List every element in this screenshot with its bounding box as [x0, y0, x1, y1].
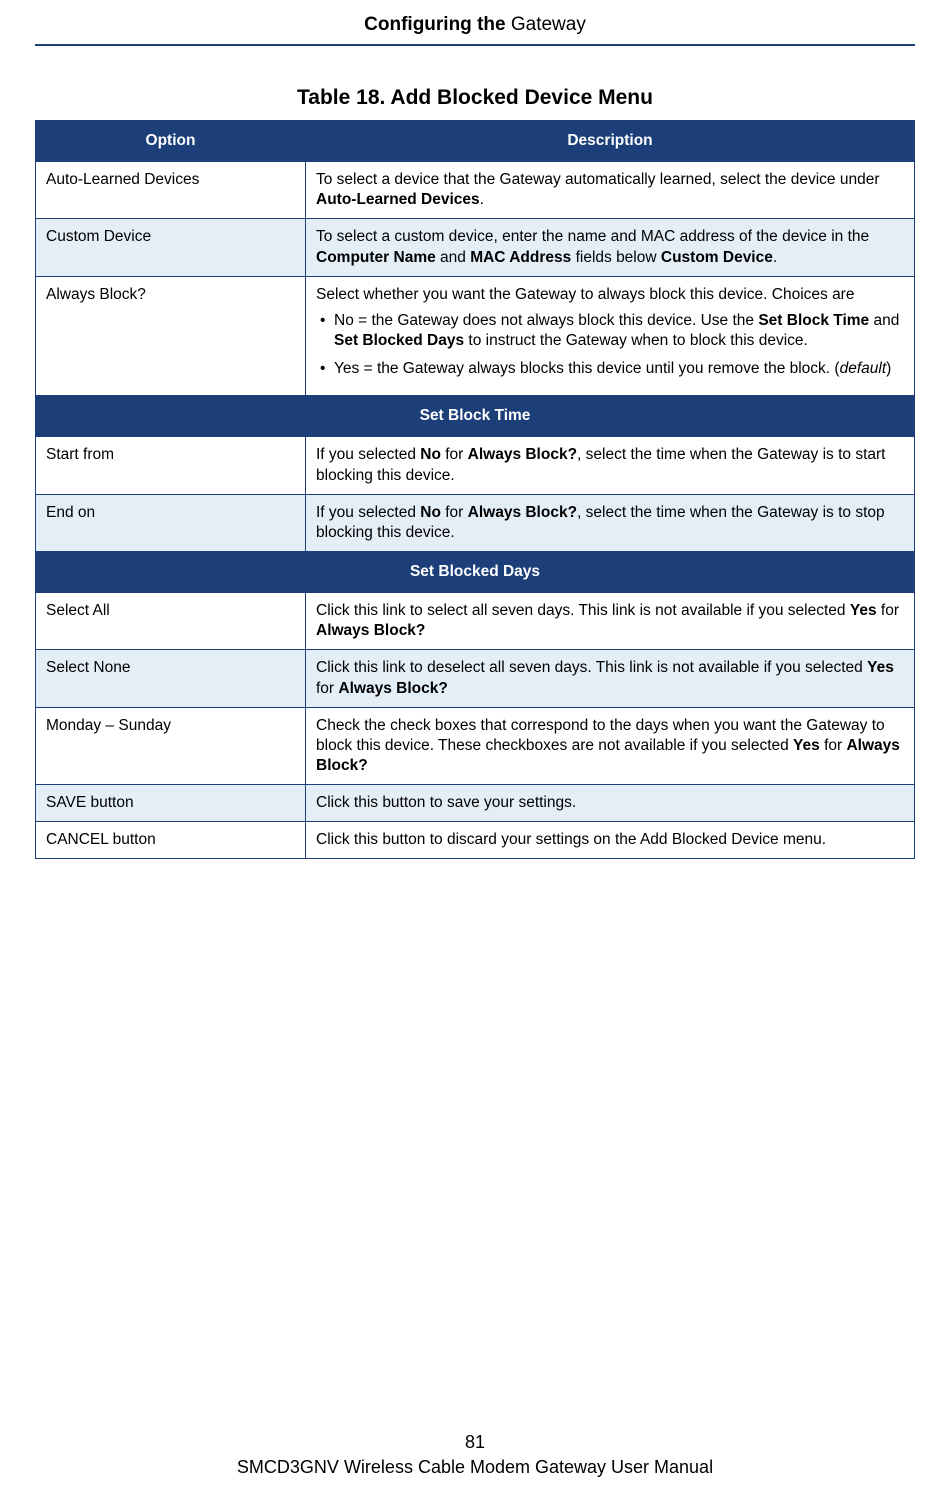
cell-description: Click this link to select all seven days… — [306, 593, 915, 650]
cell-option: Select All — [36, 593, 306, 650]
table-caption: Table 18. Add Blocked Device Menu — [35, 86, 915, 110]
subheader-block-time: Set Block Time — [36, 396, 915, 437]
cell-option: Select None — [36, 650, 306, 707]
table-row: Start from If you selected No for Always… — [36, 437, 915, 494]
table-row: Select None Click this link to deselect … — [36, 650, 915, 707]
cell-description: Select whether you want the Gateway to a… — [306, 276, 915, 396]
col-description: Description — [306, 121, 915, 162]
cell-option: Always Block? — [36, 276, 306, 396]
cell-option: Custom Device — [36, 219, 306, 276]
col-option: Option — [36, 121, 306, 162]
page-header: Configuring the Gateway — [35, 0, 915, 46]
cell-description: Click this link to deselect all seven da… — [306, 650, 915, 707]
manual-title: SMCD3GNV Wireless Cable Modem Gateway Us… — [0, 1457, 950, 1478]
cell-description: Check the check boxes that correspond to… — [306, 707, 915, 784]
table-row: End on If you selected No for Always Blo… — [36, 494, 915, 551]
cell-description: Click this button to discard your settin… — [306, 822, 915, 859]
cell-option: Auto-Learned Devices — [36, 162, 306, 219]
table-subheader: Set Blocked Days — [36, 551, 915, 592]
table-row: Auto-Learned Devices To select a device … — [36, 162, 915, 219]
table-row: CANCEL button Click this button to disca… — [36, 822, 915, 859]
cell-option: SAVE button — [36, 785, 306, 822]
list-item: Yes = the Gateway always blocks this dev… — [316, 359, 904, 379]
page-number: 81 — [0, 1432, 950, 1453]
page-footer: 81 SMCD3GNV Wireless Cable Modem Gateway… — [0, 1432, 950, 1478]
header-strong: Configuring the — [364, 14, 511, 35]
cell-description: Click this button to save your settings. — [306, 785, 915, 822]
table-row: Custom Device To select a custom device,… — [36, 219, 915, 276]
cell-option: Start from — [36, 437, 306, 494]
table-subheader: Set Block Time — [36, 396, 915, 437]
cell-option: CANCEL button — [36, 822, 306, 859]
cell-description: If you selected No for Always Block?, se… — [306, 494, 915, 551]
cell-option: Monday – Sunday — [36, 707, 306, 784]
cell-description: To select a custom device, enter the nam… — [306, 219, 915, 276]
table-row: Select All Click this link to select all… — [36, 593, 915, 650]
table-row: Always Block? Select whether you want th… — [36, 276, 915, 396]
list-item: No = the Gateway does not always block t… — [316, 311, 904, 351]
subheader-blocked-days: Set Blocked Days — [36, 551, 915, 592]
table-row: Monday – Sunday Check the check boxes th… — [36, 707, 915, 784]
table-row: SAVE button Click this button to save yo… — [36, 785, 915, 822]
table-header-row: Option Description — [36, 121, 915, 162]
cell-description: If you selected No for Always Block?, se… — [306, 437, 915, 494]
blocked-device-table: Option Description Auto-Learned Devices … — [35, 120, 915, 859]
cell-description: To select a device that the Gateway auto… — [306, 162, 915, 219]
cell-option: End on — [36, 494, 306, 551]
header-light: Gateway — [511, 14, 586, 35]
